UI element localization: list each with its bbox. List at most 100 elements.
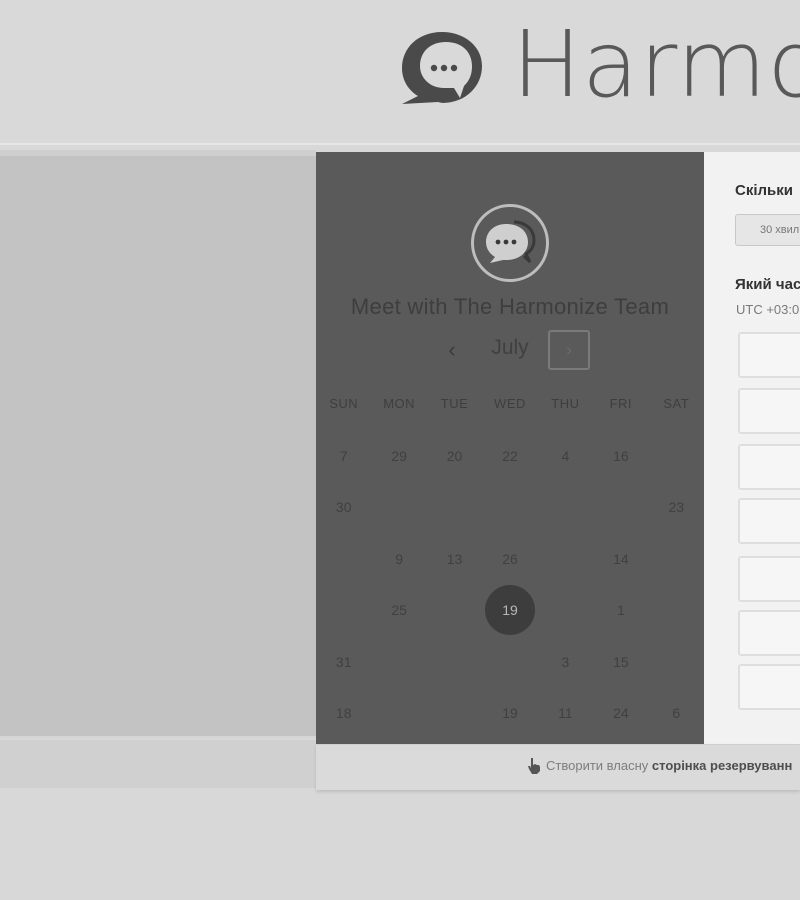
calendar-day[interactable]: 20 (427, 430, 482, 482)
card-footer: Створити власну сторінка резервуванн (316, 744, 800, 790)
calendar-day (371, 636, 426, 688)
calendar-day[interactable]: 25 (371, 585, 426, 637)
time-slot-button[interactable] (738, 332, 800, 378)
weekday-label: TUE (440, 396, 469, 411)
timezone-label[interactable]: UTC +03:0 (736, 302, 799, 317)
page-header: Harmo (0, 0, 800, 145)
calendar-day[interactable]: 9 (371, 533, 426, 585)
calendar-day[interactable]: 22 (482, 430, 537, 482)
calendar-day (538, 533, 593, 585)
calendar-day-number: 1 (616, 602, 625, 619)
calendar-day[interactable]: 1 (593, 585, 648, 637)
time-question: Який час (735, 276, 800, 293)
calendar-day (427, 636, 482, 688)
calendar-day (371, 482, 426, 534)
calendar-day-number: 23 (668, 499, 685, 516)
calendar-day (316, 585, 371, 637)
calendar-day[interactable]: 11 (538, 688, 593, 740)
calendar-day (427, 688, 482, 740)
duration-question: Скільки (735, 182, 793, 199)
booking-options-panel: Скільки 30 хвил Який час UTC +03:0 (704, 152, 800, 744)
calendar-day (649, 430, 704, 482)
calendar-day (316, 533, 371, 585)
chat-bubble-icon (486, 220, 536, 264)
weekday-label: MON (383, 396, 416, 411)
calendar-day[interactable]: 6 (649, 688, 704, 740)
calendar-day-number: 25 (391, 602, 407, 619)
calendar-day (538, 482, 593, 534)
calendar-day-selected[interactable]: 19 (482, 585, 537, 637)
weekday-label: SUN (329, 396, 359, 411)
pointer-hand-icon (528, 758, 540, 774)
calendar-day[interactable]: 15 (593, 636, 648, 688)
calendar-day-number: 30 (335, 499, 352, 516)
time-slot-button[interactable] (738, 388, 800, 434)
calendar-day-number: 13 (446, 550, 463, 567)
calendar-day[interactable]: 18 (316, 688, 371, 740)
time-slot-button[interactable] (738, 556, 800, 602)
calendar-day-number: 18 (335, 705, 352, 722)
footer-text-bold: сторінка резервуванн (651, 758, 793, 773)
calendar-day-number: 6 (672, 705, 681, 722)
calendar-day[interactable]: 7 (316, 430, 371, 482)
calendar-day[interactable]: 14 (593, 533, 648, 585)
create-booking-page-link[interactable]: Створити власну сторінка резервуванн (546, 758, 792, 773)
weekday-label: WED (494, 396, 526, 411)
calendar-day[interactable]: 3 (538, 636, 593, 688)
calendar-day-number: 9 (395, 550, 404, 567)
weekday-label: THU (551, 396, 580, 411)
calendar-day (482, 636, 537, 688)
calendar-day-number: 3 (561, 653, 570, 670)
calendar-day-number: 19 (484, 585, 535, 636)
calendar-panel: Meet with The Harmonize Team ‹ July › SU… (316, 152, 704, 744)
calendar-day[interactable]: 19 (482, 688, 537, 740)
weekday-label: FRI (609, 396, 633, 411)
calendar-day (427, 482, 482, 534)
time-slot-button[interactable] (738, 444, 800, 490)
calendar-day-number: 15 (613, 653, 629, 670)
calendar-day-number: 29 (391, 447, 407, 464)
calendar-day-number: 24 (613, 705, 629, 722)
calendar-day (538, 585, 593, 637)
booking-title: Meet with The Harmonize Team (350, 294, 670, 319)
calendar-day-number: 19 (502, 705, 518, 722)
calendar-day (649, 585, 704, 637)
calendar-day[interactable]: 24 (593, 688, 648, 740)
weekday-header: SUN MON TUE WED THU FRI SAT (316, 396, 704, 416)
brand-logo-icon (402, 32, 482, 104)
calendar-day[interactable]: 16 (593, 430, 648, 482)
calendar-day[interactable]: 31 (316, 636, 371, 688)
calendar-day-number: 22 (502, 447, 518, 464)
calendar-day-number: 16 (613, 447, 629, 464)
calendar-day (649, 533, 704, 585)
calendar-day-number: 11 (558, 705, 573, 722)
calendar-day-number: 7 (339, 447, 348, 464)
month-label: July (491, 336, 529, 359)
calendar-day[interactable]: 29 (371, 430, 426, 482)
calendar-day[interactable]: 4 (538, 430, 593, 482)
calendar-day[interactable]: 30 (316, 482, 371, 534)
brand-name: Harmo (512, 11, 800, 118)
calendar-day-number: 14 (613, 550, 629, 567)
month-navigation: ‹ July › (316, 330, 704, 372)
weekday-label: SAT (663, 396, 690, 411)
left-background-panel (0, 150, 316, 738)
calendar-day[interactable]: 26 (482, 533, 537, 585)
calendar-day[interactable]: 23 (649, 482, 704, 534)
calendar-day (427, 585, 482, 637)
prev-month-button[interactable]: ‹ (436, 332, 468, 368)
time-slot-button[interactable] (738, 610, 800, 656)
next-month-button[interactable]: › (548, 330, 590, 370)
calendar-day-number: 4 (561, 447, 570, 464)
duration-select[interactable]: 30 хвил (735, 214, 800, 246)
time-slot-button[interactable] (738, 664, 800, 710)
calendar-day (482, 482, 537, 534)
calendar-grid: 7 29 20 22 4 16 30 23 9 13 26 14 25 19 1 31 3 15 18 19 11 24 6 (316, 430, 704, 740)
calendar-day-number: 20 (446, 447, 463, 464)
calendar-day[interactable]: 13 (427, 533, 482, 585)
left-footer-strip (0, 740, 316, 788)
team-avatar (471, 204, 549, 282)
time-slot-button[interactable] (738, 498, 800, 544)
calendar-day (371, 688, 426, 740)
calendar-day (593, 482, 648, 534)
